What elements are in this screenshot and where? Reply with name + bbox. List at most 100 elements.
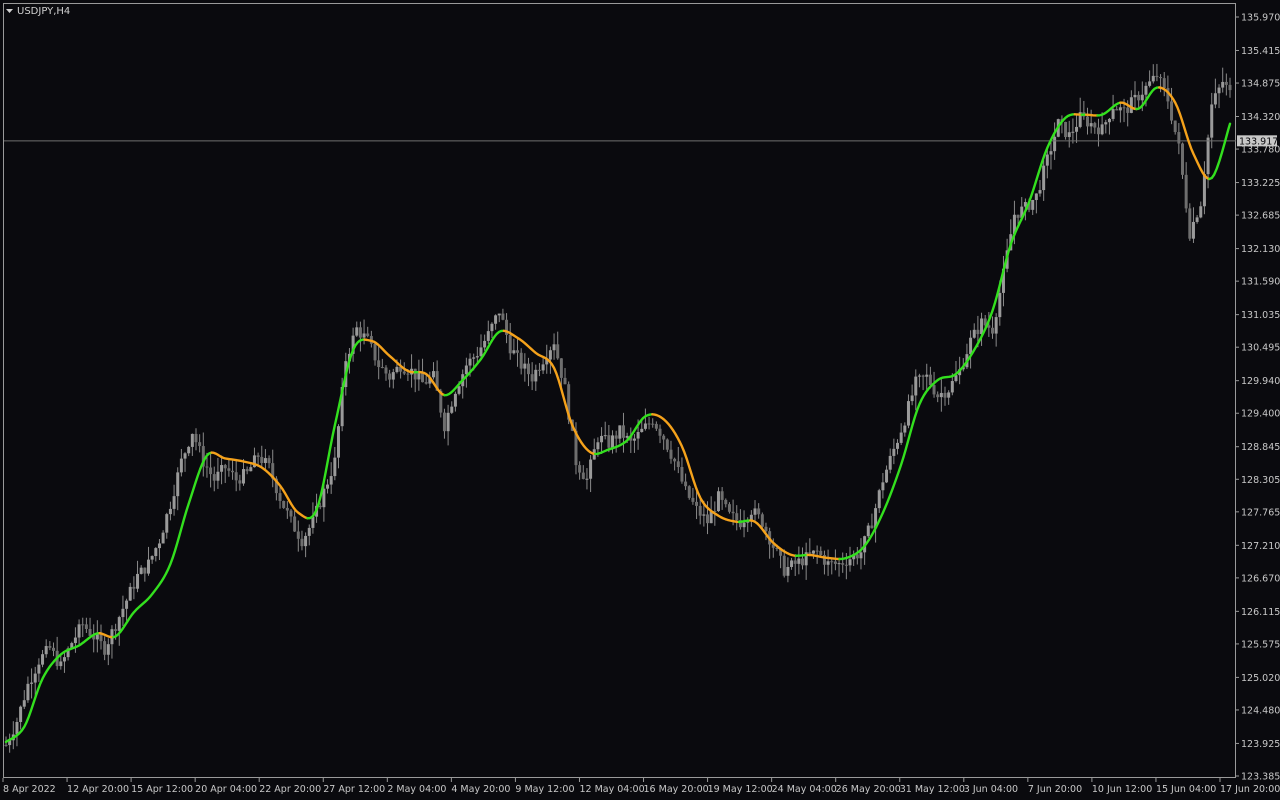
candle-body (1202, 174, 1206, 207)
candle-body (1159, 77, 1163, 79)
candle-body (256, 455, 260, 457)
candle-body (1104, 122, 1108, 125)
candle-body (519, 352, 523, 369)
x-tick-label: 26 May 20:00 (836, 784, 901, 795)
candle-body (1170, 101, 1174, 121)
candle-body (336, 426, 340, 458)
candle-body (1155, 75, 1159, 78)
candle-body (1224, 81, 1228, 85)
candle-body (698, 505, 702, 516)
candle-body (99, 634, 103, 642)
candle-body (1126, 107, 1130, 113)
candle-body (819, 550, 823, 556)
candle-body (300, 538, 304, 547)
candle-body (1217, 87, 1221, 94)
candle-body (457, 386, 461, 394)
candle-body (267, 458, 271, 464)
candle-body (358, 327, 362, 338)
candle-body (1075, 126, 1079, 132)
candle-body (563, 377, 567, 385)
candle-body (651, 423, 655, 425)
candle-body (581, 472, 585, 479)
candle-body (790, 560, 794, 567)
candle-body (464, 365, 468, 375)
x-tick-label: 7 Jun 20:00 (1028, 784, 1082, 795)
candle-body (654, 423, 658, 429)
candle-body (797, 558, 801, 564)
chart-canvas[interactable]: 135.970135.415134.875134.320133.780133.2… (0, 0, 1280, 800)
candle-body (687, 486, 691, 498)
candle-body (921, 375, 925, 377)
x-tick-label: 8 Apr 2022 (3, 784, 56, 795)
candle-body (556, 344, 560, 359)
candle-body (1107, 118, 1111, 123)
y-tick-label: 131.590 (1241, 277, 1280, 288)
y-tick-label: 130.495 (1241, 343, 1280, 354)
candle-body (114, 629, 118, 631)
candle-body (742, 522, 746, 528)
candle-body (1188, 208, 1192, 239)
candle-body (680, 467, 684, 482)
candle-body (600, 435, 604, 443)
candle-body (194, 433, 198, 443)
candle-body (377, 360, 381, 368)
x-tick-label: 17 Jun 20:00 (1220, 784, 1280, 795)
candle-body (994, 317, 998, 334)
candle-body (859, 552, 863, 559)
candle-body (190, 433, 194, 447)
candle-body (106, 644, 110, 655)
candle-body (888, 455, 892, 470)
candle-body (282, 500, 286, 508)
candle-body (136, 573, 140, 589)
candle-body (326, 484, 330, 489)
ma-segment-falling (1084, 113, 1099, 117)
candle-body (41, 654, 45, 665)
candle-body (596, 442, 600, 450)
candle-body (402, 371, 406, 374)
candle-body (1031, 200, 1035, 210)
candle-body (168, 508, 172, 515)
candle-body (285, 507, 289, 511)
candle-body (932, 385, 936, 395)
candle-body (318, 505, 322, 508)
candle-body (936, 394, 940, 398)
x-tick-label: 27 Apr 12:00 (323, 784, 385, 795)
candle-body (442, 412, 446, 432)
candle-body (1111, 109, 1115, 119)
candle-body (578, 465, 582, 473)
candle-body (413, 368, 417, 380)
candle-body (161, 532, 165, 544)
symbol-label: USDJPY,H4 (17, 6, 70, 17)
x-tick-label: 15 Jun 04:00 (1156, 784, 1216, 795)
candle-body (702, 514, 706, 516)
candle-body (220, 465, 224, 472)
candle-body (475, 356, 479, 358)
candle-body (1148, 81, 1152, 86)
candle-body (896, 442, 900, 449)
candle-body (223, 465, 227, 469)
candle-body (278, 493, 282, 501)
candle-body (530, 374, 534, 382)
candle-body (497, 313, 501, 316)
candle-body (665, 439, 669, 450)
candle-body (205, 466, 209, 468)
candle-body (176, 472, 180, 497)
x-tick-label: 12 May 04:00 (579, 784, 644, 795)
candle-body (720, 491, 724, 500)
candle-body (969, 337, 973, 355)
candle-body (991, 327, 995, 334)
y-tick-label: 126.670 (1241, 573, 1280, 584)
candle-body (446, 412, 450, 432)
candle-body (1016, 214, 1020, 218)
y-tick-label: 135.970 (1241, 13, 1280, 24)
candle-body (4, 744, 8, 746)
y-tick-label: 132.130 (1241, 244, 1280, 255)
candle-body (494, 315, 498, 324)
candle-body (30, 682, 34, 684)
y-tick-label: 134.320 (1241, 112, 1280, 123)
x-tick-label: 16 May 20:00 (644, 784, 709, 795)
candle-body (366, 333, 370, 337)
candle-body (885, 469, 889, 483)
candle-body (417, 372, 421, 380)
candle-body (676, 461, 680, 468)
